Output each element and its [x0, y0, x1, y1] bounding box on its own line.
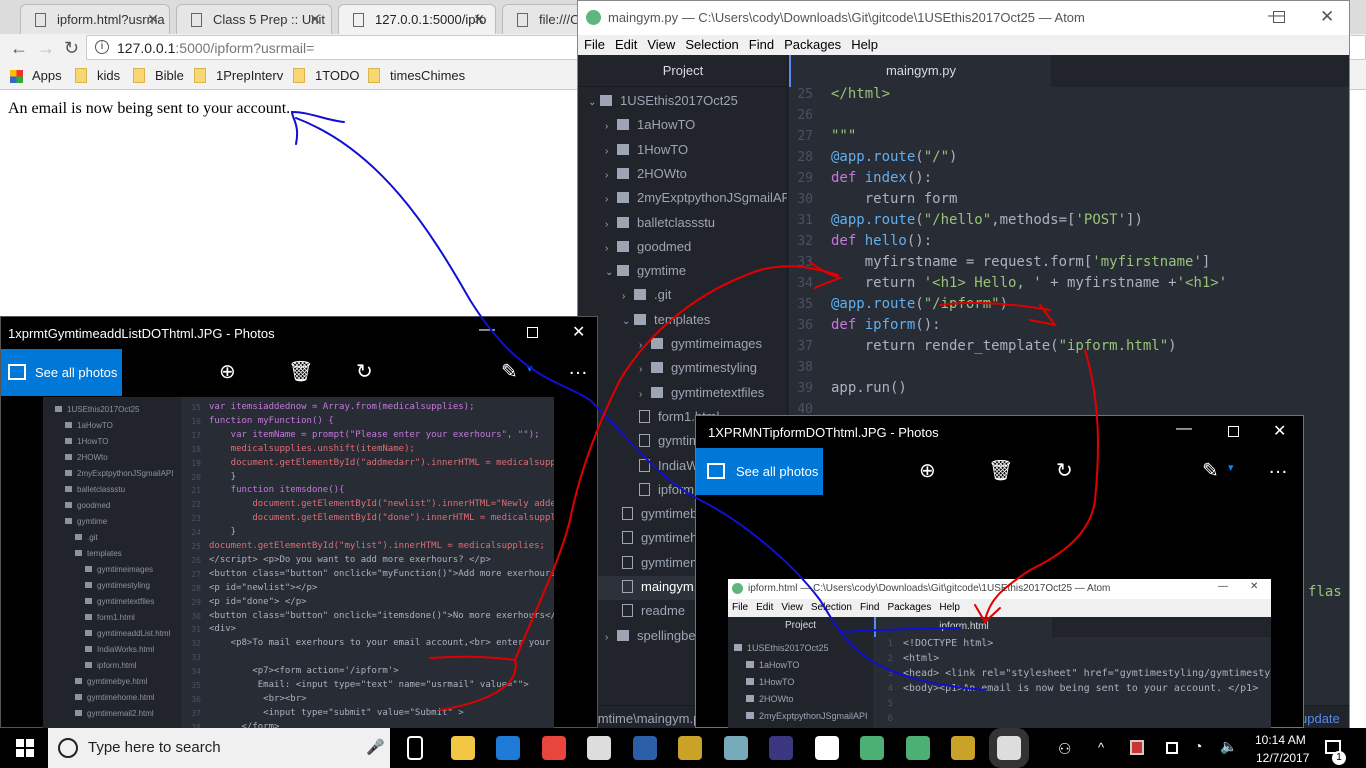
notification-badge: 1: [1332, 751, 1346, 765]
atom-taskbar-icon[interactable]: [905, 736, 930, 760]
show-hidden-icons[interactable]: ^: [1098, 740, 1104, 755]
powershell-taskbar-icon[interactable]: [632, 736, 657, 760]
chrome-taskbar-icon[interactable]: [541, 736, 566, 760]
volume-icon[interactable]: 🔈: [1220, 738, 1237, 755]
task-view-taskbar-icon[interactable]: [407, 736, 423, 760]
pen-annotations: [290, 110, 1099, 711]
file-explorer-taskbar-icon[interactable]: [450, 736, 475, 760]
eclipse-taskbar-icon[interactable]: [769, 736, 793, 760]
git-gui-taskbar-icon[interactable]: [678, 736, 702, 760]
red-annotation-stroke: [974, 349, 1099, 624]
taskbar-search[interactable]: Type here to search 🎤: [48, 728, 390, 768]
red-annotation-stroke: [514, 261, 844, 661]
battery-icon[interactable]: [1166, 742, 1178, 754]
atom-taskbar-icon[interactable]: [860, 736, 884, 760]
cortana-icon: [58, 738, 78, 758]
blue-annotation-stroke: [290, 110, 986, 691]
wifi-icon[interactable]: ◔: [1194, 738, 1202, 754]
blue-annotation-stroke: [839, 627, 961, 633]
photos-taskbar-icon[interactable]: [988, 728, 1029, 768]
clock-time[interactable]: 10:14 AM: [1255, 733, 1306, 747]
people-icon[interactable]: ⚇: [1058, 740, 1071, 758]
microphone-icon[interactable]: 🎤: [366, 738, 385, 756]
clock-date[interactable]: 12/7/2017: [1256, 751, 1309, 765]
start-icon[interactable]: [16, 739, 34, 757]
paint-taskbar-icon[interactable]: [587, 736, 611, 760]
mail-taskbar-icon[interactable]: [814, 736, 839, 760]
edge-taskbar-icon[interactable]: [496, 736, 520, 760]
security-icon[interactable]: [1130, 740, 1144, 755]
git-gui-taskbar-icon[interactable]: [951, 736, 975, 760]
notepad-taskbar-icon[interactable]: [723, 736, 748, 760]
